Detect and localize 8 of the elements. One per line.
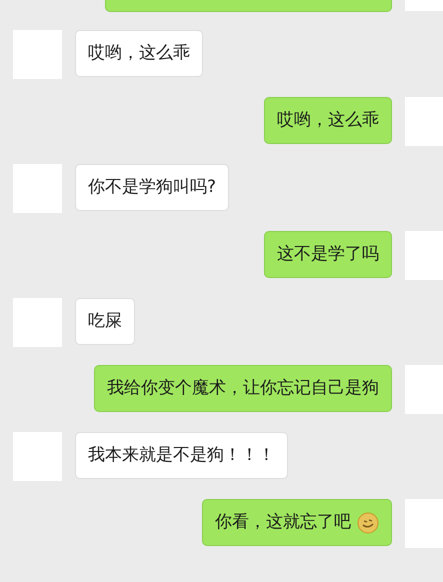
message-text: 我给你变个魔术，让你忘记自己是狗 xyxy=(107,377,379,400)
message-text: 我本来就是不是狗！！！ xyxy=(88,444,275,467)
message-text: 这不是学了吗 xyxy=(277,243,379,266)
message-text: 吃屎 xyxy=(88,310,122,333)
message-text: 你不是学狗叫吗? xyxy=(88,176,216,199)
message-text: 哎哟，这么乖 xyxy=(88,42,190,65)
message-text: 你看，这就忘了吧 xyxy=(215,511,351,534)
message-text: 哎哟，这么乖 xyxy=(277,109,379,132)
